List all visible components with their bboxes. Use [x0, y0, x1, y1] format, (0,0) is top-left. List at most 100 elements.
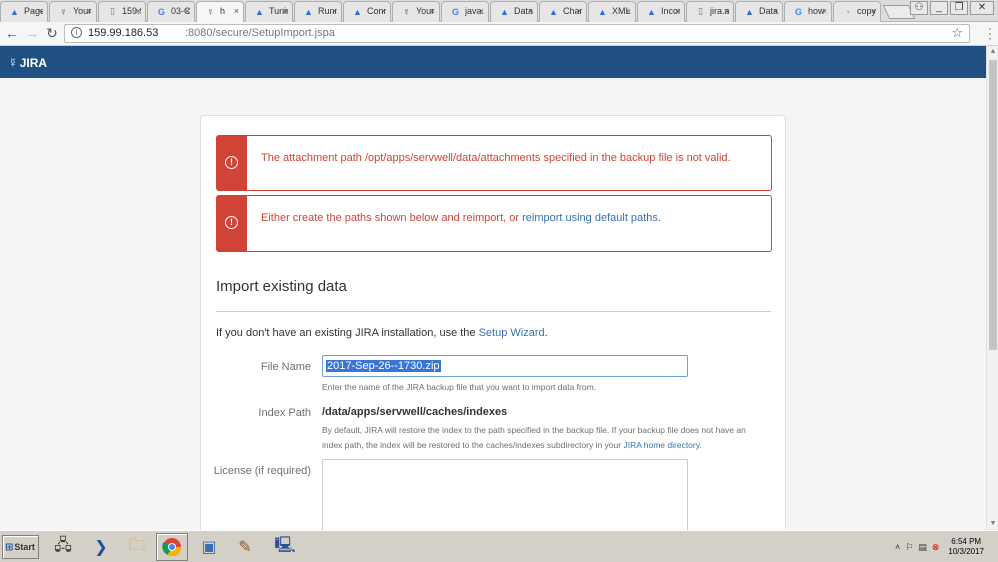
close-tab-icon[interactable]: × — [234, 6, 239, 16]
server-manager-icon[interactable]: 🖧 — [50, 534, 76, 560]
atlassian-icon: ▲ — [549, 6, 558, 17]
section-title: Import existing data — [216, 278, 347, 295]
jira-logo[interactable]: ☿ JIRA — [8, 55, 47, 70]
jira-logo-icon: ☿ — [8, 55, 18, 70]
info-icon[interactable]: i — [71, 27, 82, 38]
scroll-down-arrow-icon[interactable]: ▼ — [987, 518, 998, 530]
back-arrow-icon[interactable]: ← — [4, 25, 20, 41]
reload-icon[interactable]: ↻ — [44, 25, 60, 41]
atlassian-icon: ▲ — [10, 6, 19, 17]
error-alert: ! Either create the paths shown below an… — [216, 195, 772, 252]
import-panel: ! The attachment path /opt/apps/servwell… — [200, 115, 786, 530]
clock[interactable]: 6:54 PM 10/3/2017 — [948, 537, 984, 557]
close-window-button[interactable]: ✕ — [970, 1, 994, 15]
browser-tab[interactable]: Gjava. × — [441, 1, 489, 22]
scroll-up-arrow-icon[interactable]: ▲ — [987, 46, 998, 58]
forward-arrow-icon[interactable]: → — [24, 25, 40, 41]
bookmark-star-icon[interactable]: ☆ — [951, 25, 963, 41]
browser-tab[interactable]: ▲ Incor × — [637, 1, 685, 22]
address-bar: ← → ↻ i 159.99.186.53 :8080/secure/Setup… — [0, 22, 998, 46]
show-hidden-icons-icon[interactable]: ˄ — [895, 542, 900, 552]
tab-list: ▲Page×☿Your×▯159.9×G03-C×☿h×▲Tunin×▲Runn… — [0, 1, 916, 23]
browser-tab[interactable]: ▯159.9× — [98, 1, 146, 22]
copy-icon: ◔ — [844, 6, 851, 17]
browser-tab[interactable]: ▯ jira.a × — [686, 1, 734, 22]
browser-menu-icon[interactable]: · · · — [988, 22, 992, 44]
setup-wizard-link[interactable]: Setup Wizard — [479, 327, 545, 339]
close-tab-icon[interactable]: × — [822, 6, 827, 16]
browser-tab[interactable]: ▲Conn× — [343, 1, 391, 22]
divider — [216, 311, 771, 312]
browser-tab[interactable]: ☿ Your × — [392, 1, 440, 22]
window-controls: ⚇ _ ❐ ✕ — [908, 1, 994, 15]
atlassian-icon: ▲ — [647, 6, 656, 17]
jira-icon: ☿ — [60, 6, 67, 17]
license-textarea[interactable] — [322, 459, 688, 530]
close-tab-icon[interactable]: × — [675, 6, 680, 16]
page-scrollbar[interactable]: ▲ ▼ — [986, 46, 998, 530]
close-tab-icon[interactable]: × — [185, 6, 190, 16]
close-tab-icon[interactable]: × — [38, 6, 43, 16]
jira-icon: ☿ — [207, 6, 214, 17]
close-tab-icon[interactable]: × — [283, 6, 288, 16]
restore-button[interactable]: ❐ — [950, 1, 968, 15]
browser-tab[interactable]: ▲ Datal × — [735, 1, 783, 22]
close-tab-icon[interactable]: × — [479, 6, 484, 16]
paint-icon[interactable]: ✎ — [232, 534, 258, 560]
browser-tab[interactable]: ☿ Your × — [49, 1, 97, 22]
close-tab-icon[interactable]: × — [332, 6, 337, 16]
close-tab-icon[interactable]: × — [773, 6, 778, 16]
browser-tab[interactable]: ▲ Datal × — [490, 1, 538, 22]
browser-tab[interactable]: ◔ copy × — [833, 1, 881, 22]
intro-text: If you don't have an existing JIRA insta… — [216, 327, 548, 339]
powershell-icon[interactable]: ❯ — [88, 534, 114, 560]
windows-taskbar: ⊞ Start 🖧 ❯ 🗀 ▣ ✎ 🖳 ˄ ⚐ ▤ ⊗ 6:54 PM 10/3… — [0, 530, 998, 562]
remote-desktop-icon[interactable]: ▣ — [196, 534, 222, 560]
chrome-logo — [162, 538, 181, 557]
browser-tab[interactable]: ▲ Page × — [0, 1, 48, 22]
atlassian-icon: ▲ — [304, 6, 313, 17]
browser-tab[interactable]: ▲Chan× — [539, 1, 587, 22]
browser-tab[interactable]: ▲Tunin× — [245, 1, 293, 22]
browser-tab-strip: ▲Page×☿Your×▯159.9×G03-C×☿h×▲Tunin×▲Runn… — [0, 0, 998, 23]
scrollbar-thumb[interactable] — [989, 60, 997, 350]
start-button[interactable]: ⊞ Start — [2, 535, 39, 559]
browser-tab[interactable]: ▲XML E× — [588, 1, 636, 22]
reimport-default-paths-link[interactable]: reimport using default paths — [522, 212, 658, 224]
jira-icon: ☿ — [403, 6, 410, 17]
close-tab-icon[interactable]: × — [577, 6, 582, 16]
google-icon: G — [451, 6, 459, 17]
close-tab-icon[interactable]: × — [381, 6, 386, 16]
atlassian-icon: ▲ — [500, 6, 509, 17]
license-label: License (if required) — [213, 465, 311, 477]
close-tab-icon[interactable]: × — [626, 6, 631, 16]
jira-home-directory-link[interactable]: JIRA home directory — [623, 440, 699, 450]
error-alert: ! The attachment path /opt/apps/servwell… — [216, 135, 772, 191]
volume-muted-icon[interactable]: ⊗ — [932, 542, 940, 553]
browser-tab[interactable]: ☿ h × — [196, 1, 244, 23]
jira-header: ☿ JIRA — [0, 46, 986, 78]
network-icon[interactable]: 🖳 — [272, 534, 298, 560]
url-input[interactable]: i 159.99.186.53 :8080/secure/SetupImport… — [64, 24, 970, 43]
close-tab-icon[interactable]: × — [136, 6, 141, 16]
page-body: ! The attachment path /opt/apps/servwell… — [0, 78, 986, 530]
close-tab-icon[interactable]: × — [528, 6, 533, 16]
file-explorer-icon[interactable]: 🗀 — [124, 534, 150, 560]
browser-tab[interactable]: Ghow t× — [784, 1, 832, 22]
close-tab-icon[interactable]: × — [724, 6, 729, 16]
chrome-icon[interactable] — [156, 533, 188, 561]
doc-icon: ▯ — [110, 6, 115, 16]
index-path-label: Index Path — [258, 407, 311, 419]
flag-icon[interactable]: ⚐ — [905, 542, 913, 553]
browser-tab[interactable]: ▲Runn× — [294, 1, 342, 22]
close-tab-icon[interactable]: × — [87, 6, 92, 16]
close-tab-icon[interactable]: × — [871, 6, 876, 16]
jira-logo-text: JIRA — [19, 55, 48, 70]
error-icon: ! — [225, 216, 238, 229]
file-name-label: File Name — [260, 361, 311, 373]
browser-tab[interactable]: G 03-C × — [147, 1, 195, 22]
network-status-icon[interactable]: ▤ — [918, 542, 927, 553]
profile-icon[interactable]: ⚇ — [910, 1, 928, 15]
close-tab-icon[interactable]: × — [430, 6, 435, 16]
minimize-button[interactable]: _ — [930, 1, 948, 15]
